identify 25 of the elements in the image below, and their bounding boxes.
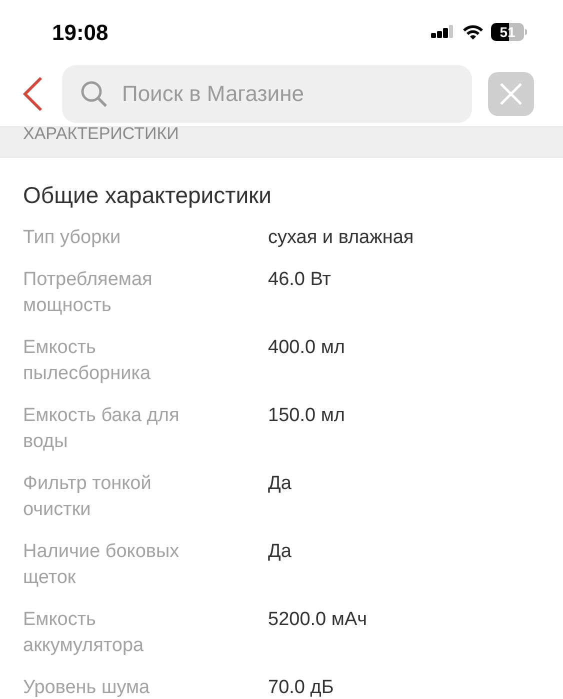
group-title: Общие характеристики [23,181,272,210]
section-header: ХАРАКТЕРИСТИКИ [23,124,179,144]
spec-value: 5200.0 мАч [268,608,368,632]
spec-value: сухая и влажная [268,226,414,250]
search-field[interactable]: Поиск в Магазине [62,65,472,123]
signal-icon [431,25,455,39]
spec-label: Потребляемая мощность [23,268,154,318]
spec-value: Да [268,472,292,496]
back-icon [22,76,44,112]
spec-label: Наличие боковых щеток [23,540,180,590]
spec-value: 150.0 мл [268,404,345,428]
spec-value: Да [268,540,292,564]
spec-label: Уровень шума [23,676,151,699]
spec-label: Фильтр тонкой очистки [23,472,152,522]
spec-value: 46.0 Вт [268,268,332,292]
spec-label: Тип уборки [23,226,122,250]
close-icon [499,82,523,106]
spec-label: Емкость аккумулятора [23,608,145,658]
spec-value: 70.0 дБ [268,676,334,699]
status-time: 19:08 [52,18,108,46]
wifi-icon [462,24,484,40]
spec-value: 400.0 мл [268,336,345,360]
spec-label: Емкость бака для воды [23,404,180,454]
search-icon [80,80,108,108]
spec-label: Емкость пылесборника [23,336,152,386]
